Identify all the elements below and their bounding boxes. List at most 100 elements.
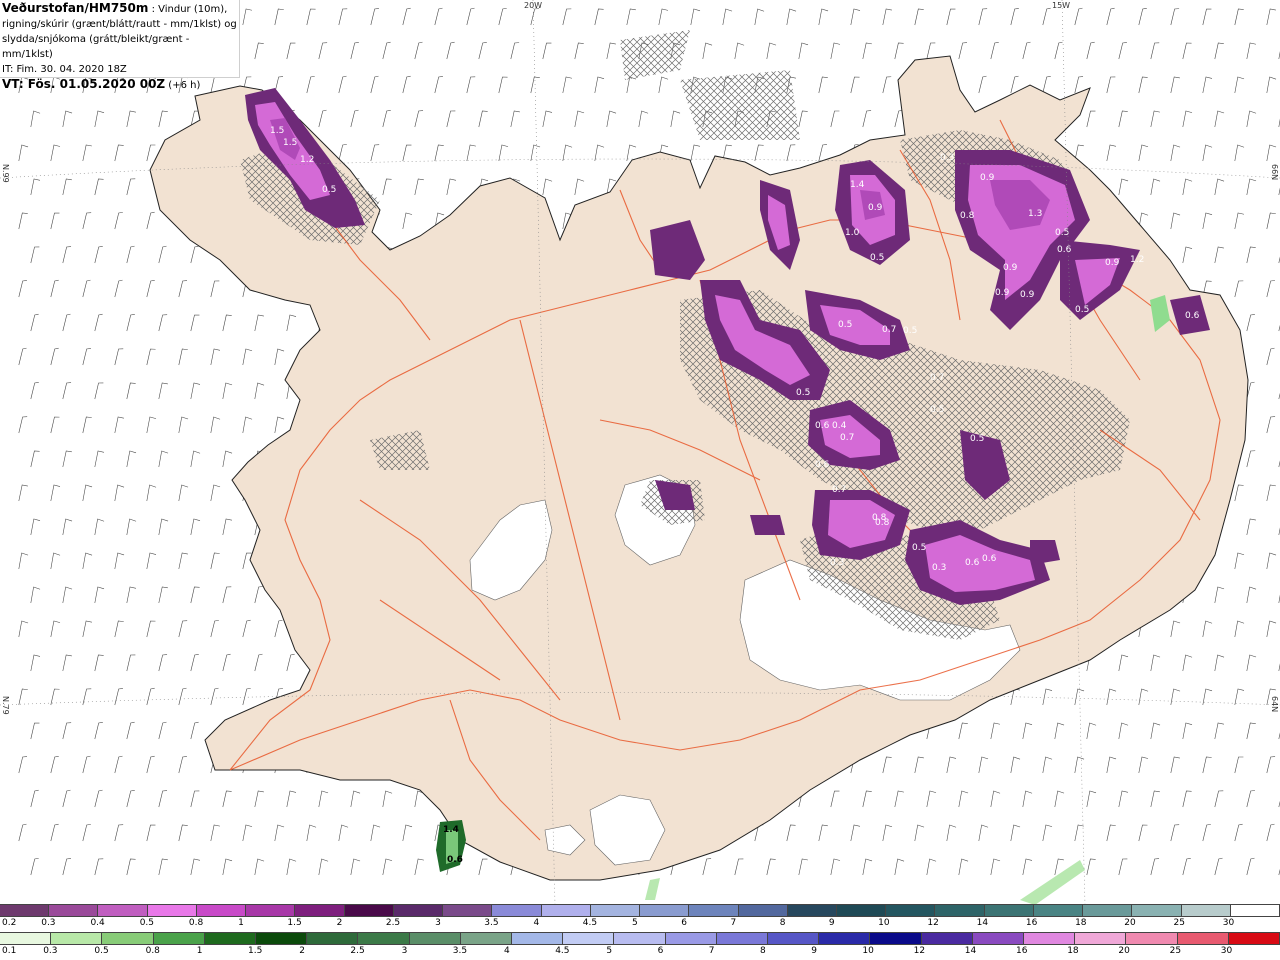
snow-value-label: 0.5 [930,405,944,415]
scale-color-swatch [716,933,769,944]
scale-color-swatch [1083,905,1133,916]
scale-label: 30 [1222,918,1235,928]
scale-label: 4.5 [582,918,598,928]
scale-color-swatch [102,933,154,944]
scale-label: 0.1 [2,946,17,956]
scale-color-swatch [1132,905,1182,916]
rain-scale-labels: 0.1 0.3 0.5 0.8 1 1.5 2 2.5 3 3.5 4 4.5 5 6 7 8 9 10 12 14 1… [0,945,1280,959]
scale-label: 3.5 [452,946,468,956]
scale-label: 0.5 [139,918,155,928]
scale-label: 1.5 [287,918,302,928]
scale-label: 16 [1025,918,1038,928]
scale-color-swatch [246,905,296,916]
snow-value-label: 0.6 [815,460,830,470]
scale-color-swatch [147,905,197,916]
scale-color-swatch [0,933,52,944]
scale-label: 12 [913,946,926,956]
rain-color-scale: 0.1 0.3 0.5 0.8 1 1.5 2 2.5 3 3.5 4 4.5 5 6 7 8 9 10 12 14 1… [0,932,1280,960]
snow-color-scale: 0.2 0.3 0.4 0.5 0.8 1 1.5 2 2.5 3 3.5 4 4.5 5 6 7 8 9 10 12… [0,904,1280,932]
scale-label: 1 [238,918,244,928]
rain-scale-bar [0,932,1280,945]
valid-time-offset: (+6 h) [165,80,201,91]
snow-value-label: 0.5 [970,434,984,444]
scale-color-swatch [295,905,345,916]
scale-label: 4.5 [555,946,570,956]
scale-color-swatch [512,933,564,944]
snow-value-label: 0.9 [995,288,1010,298]
snow-value-label: 0.3 [830,558,844,568]
scale-color-swatch [563,933,615,944]
snow-value-label: 0.5 [870,253,884,263]
scale-label: 0.2 [2,918,17,928]
snow-value-label: 0.9 [1105,258,1120,268]
snow-scale-labels: 0.2 0.3 0.4 0.5 0.8 1 1.5 2 2.5 3 3.5 4 4.5 5 6 7 8 9 10 12… [0,917,1280,931]
scale-label: 5 [606,946,613,956]
scale-color-swatch [590,905,641,916]
scale-label: 14 [964,946,977,956]
grid-label-66n-left: N.99 [1,164,10,183]
scale-color-swatch [443,905,493,916]
scale-color-swatch [787,905,837,916]
scale-label: 25 [1173,918,1185,928]
snow-value-label: 0.8 [960,211,975,221]
snow-value-label: 1.4 [850,180,865,190]
scale-label: 6 [657,946,664,956]
scale-label: 6 [681,918,687,928]
scale-color-swatch [0,905,50,916]
scale-label: 2 [299,946,305,956]
scale-color-swatch [393,905,444,916]
scale-color-swatch [409,933,461,944]
scale-label: 2.5 [350,946,365,956]
snow-value-label: 0.5 [1075,305,1089,315]
scale-label: 0.3 [41,918,56,928]
scale-color-swatch [1024,933,1076,944]
snow-value-label: 0.4 [832,421,847,431]
title-line-2: rigning/skúrir (grænt/blátt/rautt - mm/1… [2,19,237,30]
scale-label: 0.8 [188,918,204,928]
scale-label: 3.5 [484,918,499,928]
scale-color-swatch [541,905,591,916]
grid-label-64n-right: 64N [1270,696,1279,713]
scale-label: 12 [927,918,939,928]
scale-color-swatch [665,933,717,944]
scale-label: 18 [1075,918,1087,928]
snow-value-label: 0.6 [815,421,830,431]
rain-value-label: 0.6 [447,855,463,865]
scale-label: 2.5 [385,918,401,928]
scale-label: 9 [811,946,817,956]
scale-label: 8 [779,918,786,928]
scale-label: 0.5 [94,946,109,956]
scale-color-swatch [1181,905,1231,916]
scale-color-swatch [972,933,1025,944]
model-title: Veðurstofan/HM750m [2,1,149,15]
scale-label: 9 [828,918,835,928]
snow-value-label: 0.7 [930,373,944,383]
snow-value-label: 1.0 [845,228,860,238]
scale-label: 0.8 [145,946,160,956]
snow-value-label: 0.7 [840,433,854,443]
scale-color-swatch [836,905,887,916]
snow-scale-bar [0,904,1280,917]
rain-value-label: 1.4 [443,825,459,835]
scale-color-swatch [492,905,542,916]
scale-color-swatch [204,933,257,944]
valid-time-line: VT: Fös. 01.05.2020 00Z (+6 h) [2,77,237,93]
title-description: : Vindur (10m), [148,4,228,15]
scale-label: 1 [196,946,203,956]
snow-value-label: 1.2 [1130,255,1144,265]
scale-label: 3 [401,946,408,956]
snow-value-label: 0.7 [832,485,846,495]
scale-label: 20 [1118,946,1130,956]
valid-time: VT: Fös. 01.05.2020 00Z [2,77,166,91]
snow-value-label: 1.2 [300,155,314,165]
scale-label: 4 [533,918,540,928]
snow-value-label: 0.5 [322,185,336,195]
scale-color-swatch [1230,905,1280,916]
scale-color-swatch [1033,905,1084,916]
scale-color-swatch [614,933,666,944]
snow-value-label: 0.6 [1057,245,1072,255]
scale-color-swatch [49,905,99,916]
snow-value-label: 0.3 [940,153,954,163]
scale-color-swatch [153,933,205,944]
snow-value-label: 1.3 [1028,209,1042,219]
